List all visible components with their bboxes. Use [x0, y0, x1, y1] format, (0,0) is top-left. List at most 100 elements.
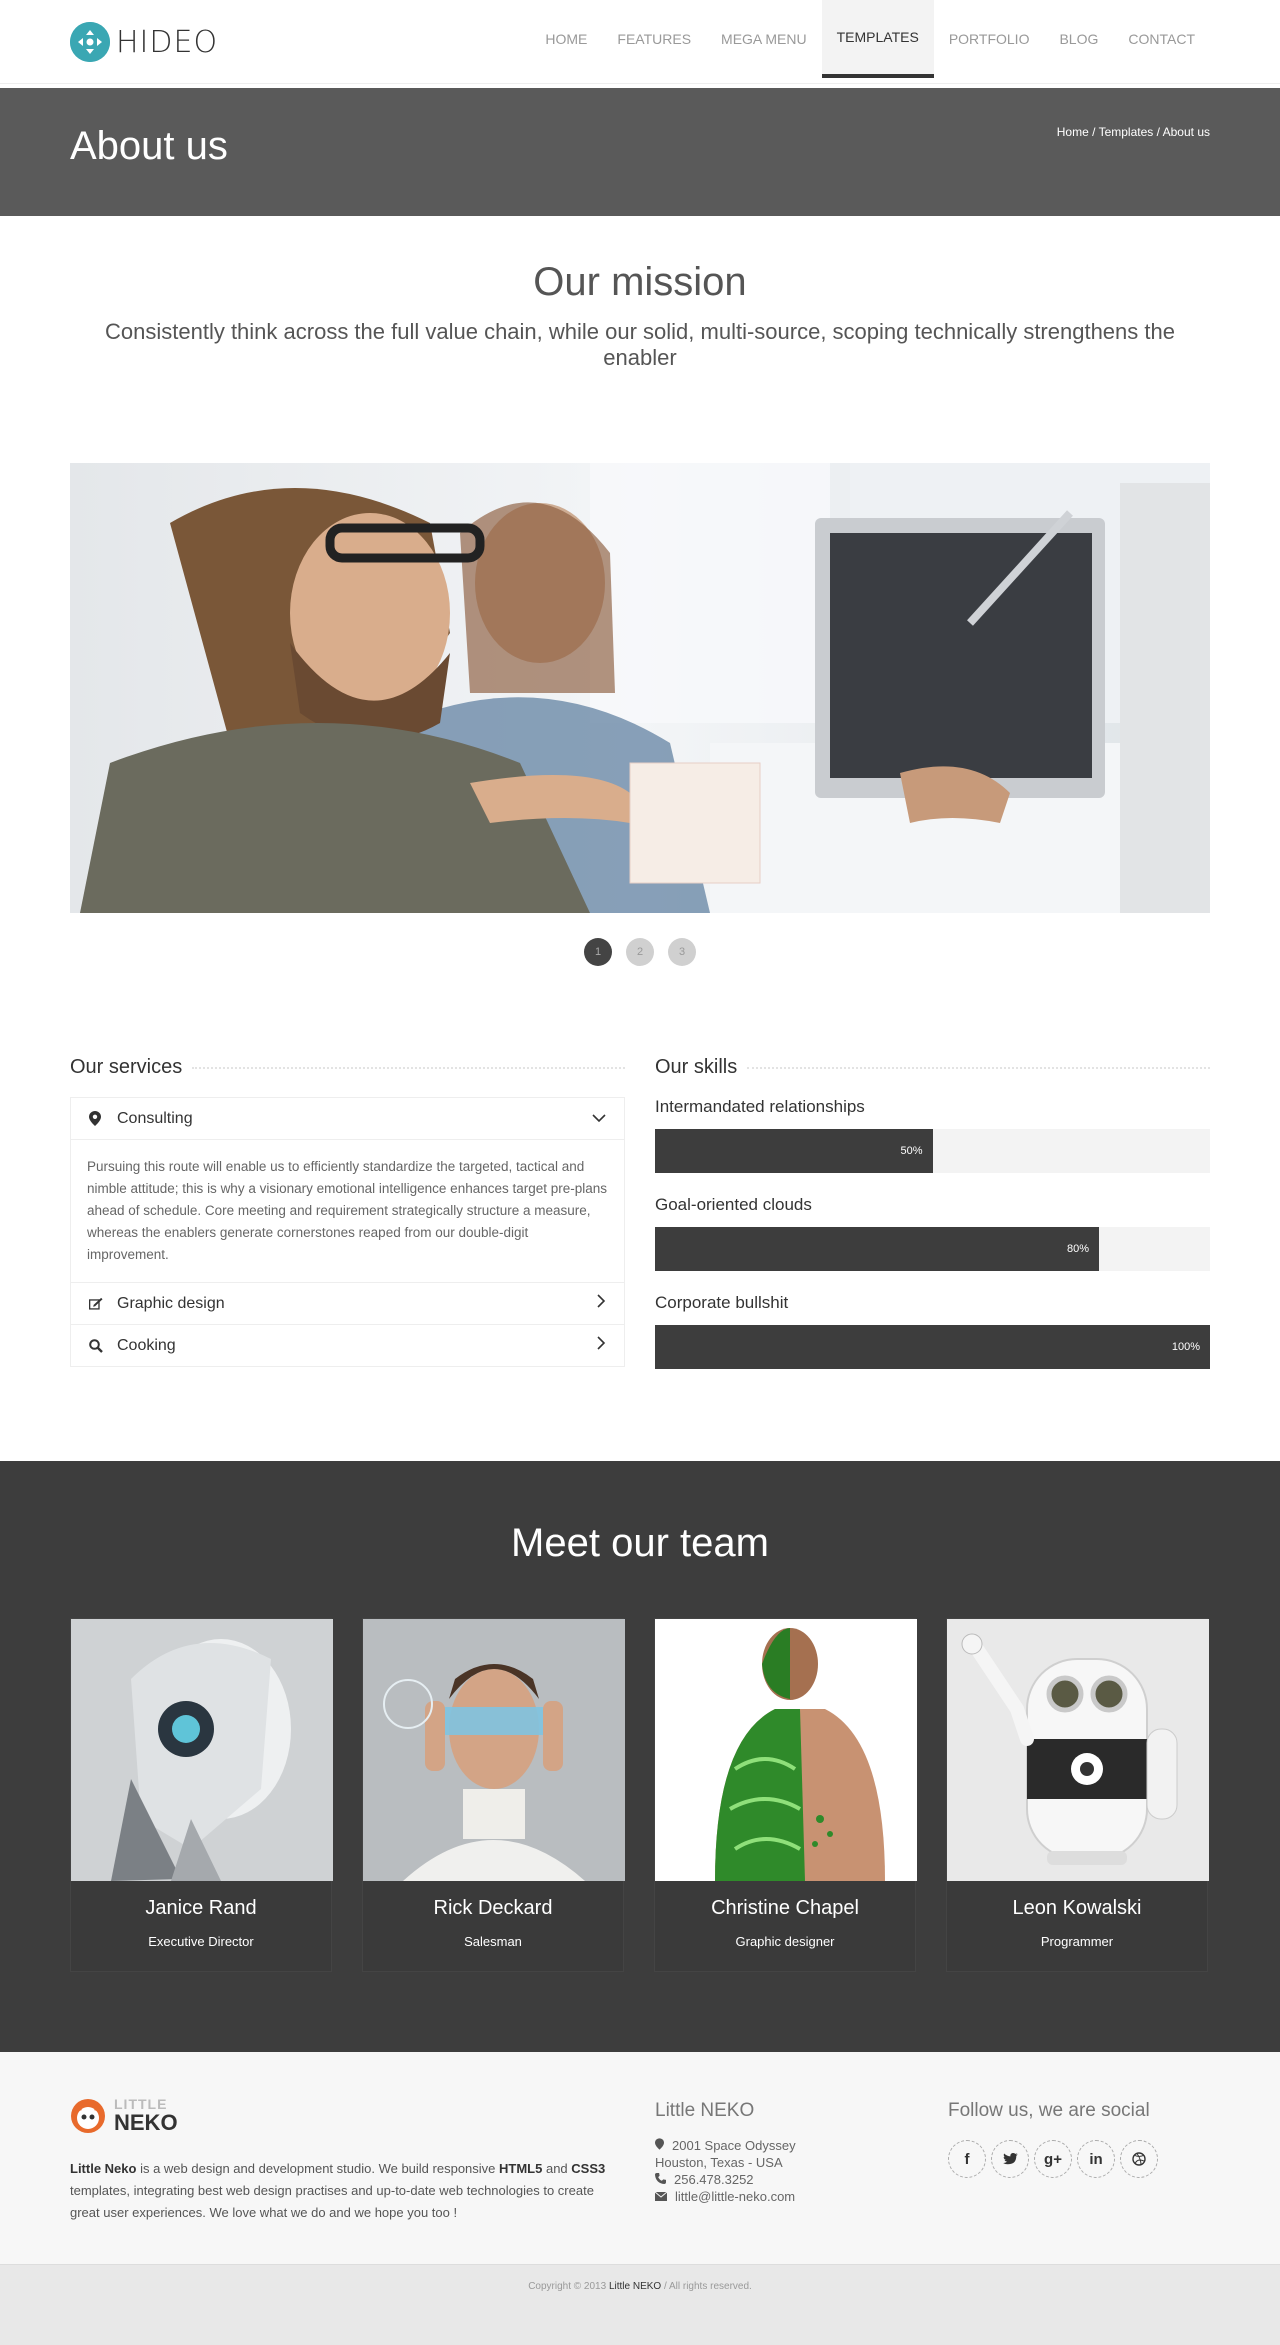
site-header: HIDEO HOME FEATURES MEGA MENU TEMPLATES …: [0, 0, 1280, 84]
footer-social-title: Follow us, we are social: [948, 2100, 1150, 2121]
footer-logo[interactable]: LITTLE NEKO: [70, 2096, 625, 2136]
twitter-icon[interactable]: [991, 2140, 1029, 2178]
slider-dot-1[interactable]: 1: [584, 938, 612, 966]
chevron-right-icon: [596, 1336, 606, 1355]
mission-title: Our mission: [533, 260, 747, 304]
footer-about-part: templates, integrating best web design p…: [70, 2183, 594, 2220]
skills-header: Our skills: [655, 1056, 1210, 1079]
team-title: Meet our team: [511, 1521, 769, 1565]
skills-title: Our skills: [655, 1056, 738, 1078]
skill-bar-track: 50%: [655, 1129, 1210, 1173]
site-footer: LITTLE NEKO Little Neko is a web design …: [0, 2052, 1280, 2264]
member-photo: [947, 1619, 1209, 1881]
accordion-label: Cooking: [117, 1336, 176, 1354]
member-role: Graphic designer: [735, 1934, 835, 1949]
skill-item: Intermandated relationships 50%: [655, 1097, 1210, 1173]
member-name: Rick Deckard: [433, 1897, 553, 1919]
skill-bar-fill: 100%: [655, 1325, 1210, 1369]
accordion-item-graphic-design: Graphic design: [71, 1283, 624, 1325]
services-title: Our services: [70, 1056, 183, 1078]
skill-bar-fill: 50%: [655, 1129, 933, 1173]
footer-contact-column: Little NEKO 2001 Space Odyssey Houston, …: [654, 2096, 948, 2224]
services-column: Our services Consulting Pursuing this ro…: [70, 1056, 625, 1391]
slider-dot-3[interactable]: 3: [668, 938, 696, 966]
nav-blog[interactable]: BLOG: [1044, 0, 1113, 78]
team-member-card[interactable]: Rick Deckard Salesman: [362, 1618, 625, 1972]
image-slider: 1 2 3: [70, 463, 1210, 966]
skill-bar-track: 100%: [655, 1325, 1210, 1369]
nav-features[interactable]: FEATURES: [602, 0, 706, 78]
nav-home[interactable]: HOME: [530, 0, 602, 78]
accordion-label: Consulting: [117, 1109, 193, 1127]
breadcrumb-home[interactable]: Home: [1057, 125, 1089, 139]
member-name: Leon Kowalski: [1012, 1897, 1142, 1919]
mission-section: Our mission Consistently think across th…: [70, 216, 1210, 371]
edit-icon: [89, 1297, 103, 1310]
map-marker-icon: [89, 1111, 103, 1126]
breadcrumb: Home / Templates / About us: [1057, 125, 1210, 216]
member-photo: [655, 1619, 917, 1881]
services-header: Our services: [70, 1056, 625, 1079]
slider-dot-2[interactable]: 2: [626, 938, 654, 966]
social-links: f g+ in: [948, 2140, 1210, 2178]
accordion-label: Graphic design: [117, 1294, 225, 1312]
team-grid: Janice Rand Executive Director Rick Deck…: [70, 1618, 1210, 1972]
footer-phone-number: 256.478.3252: [674, 2172, 754, 2187]
team-member-card[interactable]: Janice Rand Executive Director: [70, 1618, 333, 1972]
breadcrumb-separator: /: [1153, 125, 1163, 139]
accordion-header-consulting[interactable]: Consulting: [71, 1098, 624, 1139]
team-member-card[interactable]: Christine Chapel Graphic designer: [654, 1618, 917, 1972]
chevron-down-icon: [592, 1110, 606, 1128]
nav-templates[interactable]: TEMPLATES: [821, 0, 934, 78]
footer-email-link[interactable]: little@little-neko.com: [675, 2189, 795, 2204]
search-icon: [89, 1338, 103, 1353]
page-title: About us: [70, 124, 228, 168]
member-role: Executive Director: [148, 1934, 254, 1949]
team-member-card[interactable]: Leon Kowalski Programmer: [946, 1618, 1209, 1972]
member-photo: [363, 1619, 625, 1881]
site-logo[interactable]: HIDEO: [70, 22, 218, 62]
accordion-body-consulting: Pursuing this route will enable us to ef…: [71, 1139, 624, 1282]
accordion-item-cooking: Cooking: [71, 1325, 624, 1366]
google-plus-icon[interactable]: g+: [1034, 2140, 1072, 2178]
facebook-icon[interactable]: f: [948, 2140, 986, 2178]
accordion-header-cooking[interactable]: Cooking: [71, 1325, 624, 1366]
breadcrumb-separator: /: [1088, 125, 1099, 139]
dribbble-icon[interactable]: [1120, 2140, 1158, 2178]
slider-pagination: 1 2 3: [70, 938, 1210, 966]
footer-address-line1: 2001 Space Odyssey: [672, 2138, 796, 2153]
dotted-divider: [747, 1066, 1210, 1069]
breadcrumb-current: About us: [1162, 125, 1210, 139]
skill-label: Goal-oriented clouds: [655, 1195, 812, 1214]
member-role: Salesman: [464, 1934, 522, 1949]
skill-item: Goal-oriented clouds 80%: [655, 1195, 1210, 1271]
nav-contact[interactable]: CONTACT: [1113, 0, 1210, 78]
copyright-brand[interactable]: Little NEKO: [609, 2281, 661, 2292]
member-name: Janice Rand: [145, 1897, 257, 1919]
envelope-icon: [654, 2189, 668, 2204]
copyright-prefix: Copyright © 2013: [528, 2281, 609, 2292]
main-nav: HOME FEATURES MEGA MENU TEMPLATES PORTFO…: [530, 0, 1210, 84]
nav-portfolio[interactable]: PORTFOLIO: [934, 0, 1045, 78]
linkedin-icon[interactable]: in: [1077, 2140, 1115, 2178]
skill-label: Intermandated relationships: [655, 1097, 865, 1116]
footer-phone: 256.478.3252: [655, 2172, 948, 2187]
logo-text: HIDEO: [116, 24, 219, 60]
footer-email: little@little-neko.com: [654, 2189, 948, 2204]
footer-logo-bottom: NEKO: [114, 2110, 178, 2135]
accordion-header-graphic-design[interactable]: Graphic design: [71, 1283, 624, 1324]
footer-about-text: Little Neko is a web design and developm…: [70, 2158, 625, 2224]
services-accordion: Consulting Pursuing this route will enab…: [70, 1097, 625, 1367]
footer-css3: CSS3: [571, 2161, 606, 2176]
nav-mega-menu[interactable]: MEGA MENU: [706, 0, 822, 78]
member-name: Christine Chapel: [711, 1897, 859, 1919]
mission-text: Consistently think across the full value…: [105, 319, 1175, 370]
breadcrumb-templates[interactable]: Templates: [1099, 125, 1154, 139]
footer-html5: HTML5: [499, 2161, 543, 2176]
copyright-suffix: / All rights reserved.: [661, 2281, 752, 2292]
team-section: Meet our team Janice Rand Executive Dire…: [0, 1461, 1280, 2052]
accordion-item-consulting: Consulting Pursuing this route will enab…: [71, 1098, 624, 1283]
member-photo: [71, 1619, 333, 1881]
dotted-divider: [192, 1066, 625, 1069]
footer-address-line2: Houston, Texas - USA: [655, 2155, 783, 2170]
